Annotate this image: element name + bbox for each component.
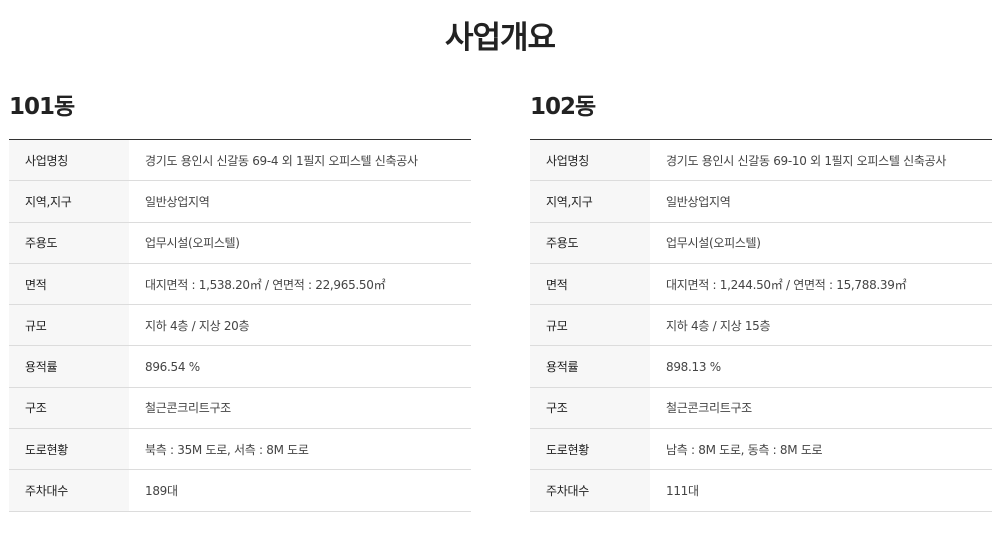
row-value: 898.13 %: [650, 345, 992, 388]
row-value: 896.54 %: [129, 345, 471, 388]
row-label: 용적률: [9, 345, 129, 388]
table-row: 주차대수 189대: [9, 469, 471, 512]
row-label: 규모: [530, 304, 650, 347]
row-value: 111대: [650, 469, 992, 512]
row-label: 주차대수: [530, 469, 650, 512]
row-value: 북측 : 35M 도로, 서측 : 8M 도로: [129, 428, 471, 471]
table-row: 사업명칭 경기도 용인시 신갈동 69-10 외 1필지 오피스텔 신축공사: [530, 139, 992, 182]
row-label: 사업명칭: [530, 139, 650, 182]
row-label: 지역,지구: [9, 180, 129, 223]
table-row: 주차대수 111대: [530, 469, 992, 512]
row-label: 주용도: [9, 222, 129, 264]
table-row: 용적률 896.54 %: [9, 345, 471, 388]
table-row: 주용도 업무시설(오피스텔): [530, 222, 992, 264]
building-info-table: 사업명칭 경기도 용인시 신갈동 69-10 외 1필지 오피스텔 신축공사 지역…: [530, 139, 992, 512]
building-101-section: 101동 사업명칭 경기도 용인시 신갈동 69-4 외 1필지 오피스텔 신축공…: [9, 92, 471, 512]
table-row: 지역,지구 일반상업지역: [530, 180, 992, 223]
row-value: 경기도 용인시 신갈동 69-10 외 1필지 오피스텔 신축공사: [650, 139, 992, 182]
row-value: 일반상업지역: [650, 180, 992, 223]
table-row: 면적 대지면적 : 1,538.20㎡ / 연면적 : 22,965.50㎡: [9, 263, 471, 306]
table-row: 용적률 898.13 %: [530, 345, 992, 388]
table-row: 도로현황 북측 : 35M 도로, 서측 : 8M 도로: [9, 428, 471, 471]
table-row: 면적 대지면적 : 1,244.50㎡ / 연면적 : 15,788.39㎡: [530, 263, 992, 306]
row-value: 189대: [129, 469, 471, 512]
building-title: 102동: [530, 94, 596, 120]
row-label: 사업명칭: [9, 139, 129, 182]
row-label: 규모: [9, 304, 129, 347]
row-value: 철근콘크리트구조: [129, 387, 471, 430]
row-value: 대지면적 : 1,538.20㎡ / 연면적 : 22,965.50㎡: [129, 263, 471, 306]
row-value: 대지면적 : 1,244.50㎡ / 연면적 : 15,788.39㎡: [650, 263, 992, 306]
row-value: 남측 : 8M 도로, 동측 : 8M 도로: [650, 428, 992, 471]
building-102-section: 102동 사업명칭 경기도 용인시 신갈동 69-10 외 1필지 오피스텔 신축…: [530, 92, 992, 512]
row-value: 업무시설(오피스텔): [129, 222, 471, 264]
table-row: 사업명칭 경기도 용인시 신갈동 69-4 외 1필지 오피스텔 신축공사: [9, 139, 471, 182]
row-label: 도로현황: [530, 428, 650, 471]
table-row: 지역,지구 일반상업지역: [9, 180, 471, 223]
row-label: 용적률: [530, 345, 650, 388]
row-value: 철근콘크리트구조: [650, 387, 992, 430]
row-value: 일반상업지역: [129, 180, 471, 223]
building-info-table: 사업명칭 경기도 용인시 신갈동 69-4 외 1필지 오피스텔 신축공사 지역,…: [9, 139, 471, 512]
row-label: 구조: [9, 387, 129, 430]
row-value: 업무시설(오피스텔): [650, 222, 992, 264]
building-title: 101동: [9, 94, 75, 120]
row-value: 지하 4층 / 지상 20층: [129, 304, 471, 347]
row-value: 지하 4층 / 지상 15층: [650, 304, 992, 347]
row-label: 도로현황: [9, 428, 129, 471]
row-label: 주용도: [530, 222, 650, 264]
row-label: 면적: [9, 263, 129, 306]
table-row: 도로현황 남측 : 8M 도로, 동측 : 8M 도로: [530, 428, 992, 471]
table-row: 주용도 업무시설(오피스텔): [9, 222, 471, 264]
row-label: 주차대수: [9, 469, 129, 512]
table-row: 구조 철근콘크리트구조: [9, 387, 471, 430]
table-row: 구조 철근콘크리트구조: [530, 387, 992, 430]
page-title: 사업개요: [444, 20, 556, 56]
row-value: 경기도 용인시 신갈동 69-4 외 1필지 오피스텔 신축공사: [129, 139, 471, 182]
row-label: 면적: [530, 263, 650, 306]
row-label: 지역,지구: [530, 180, 650, 223]
table-row: 규모 지하 4층 / 지상 20층: [9, 304, 471, 347]
table-row: 규모 지하 4층 / 지상 15층: [530, 304, 992, 347]
row-label: 구조: [530, 387, 650, 430]
